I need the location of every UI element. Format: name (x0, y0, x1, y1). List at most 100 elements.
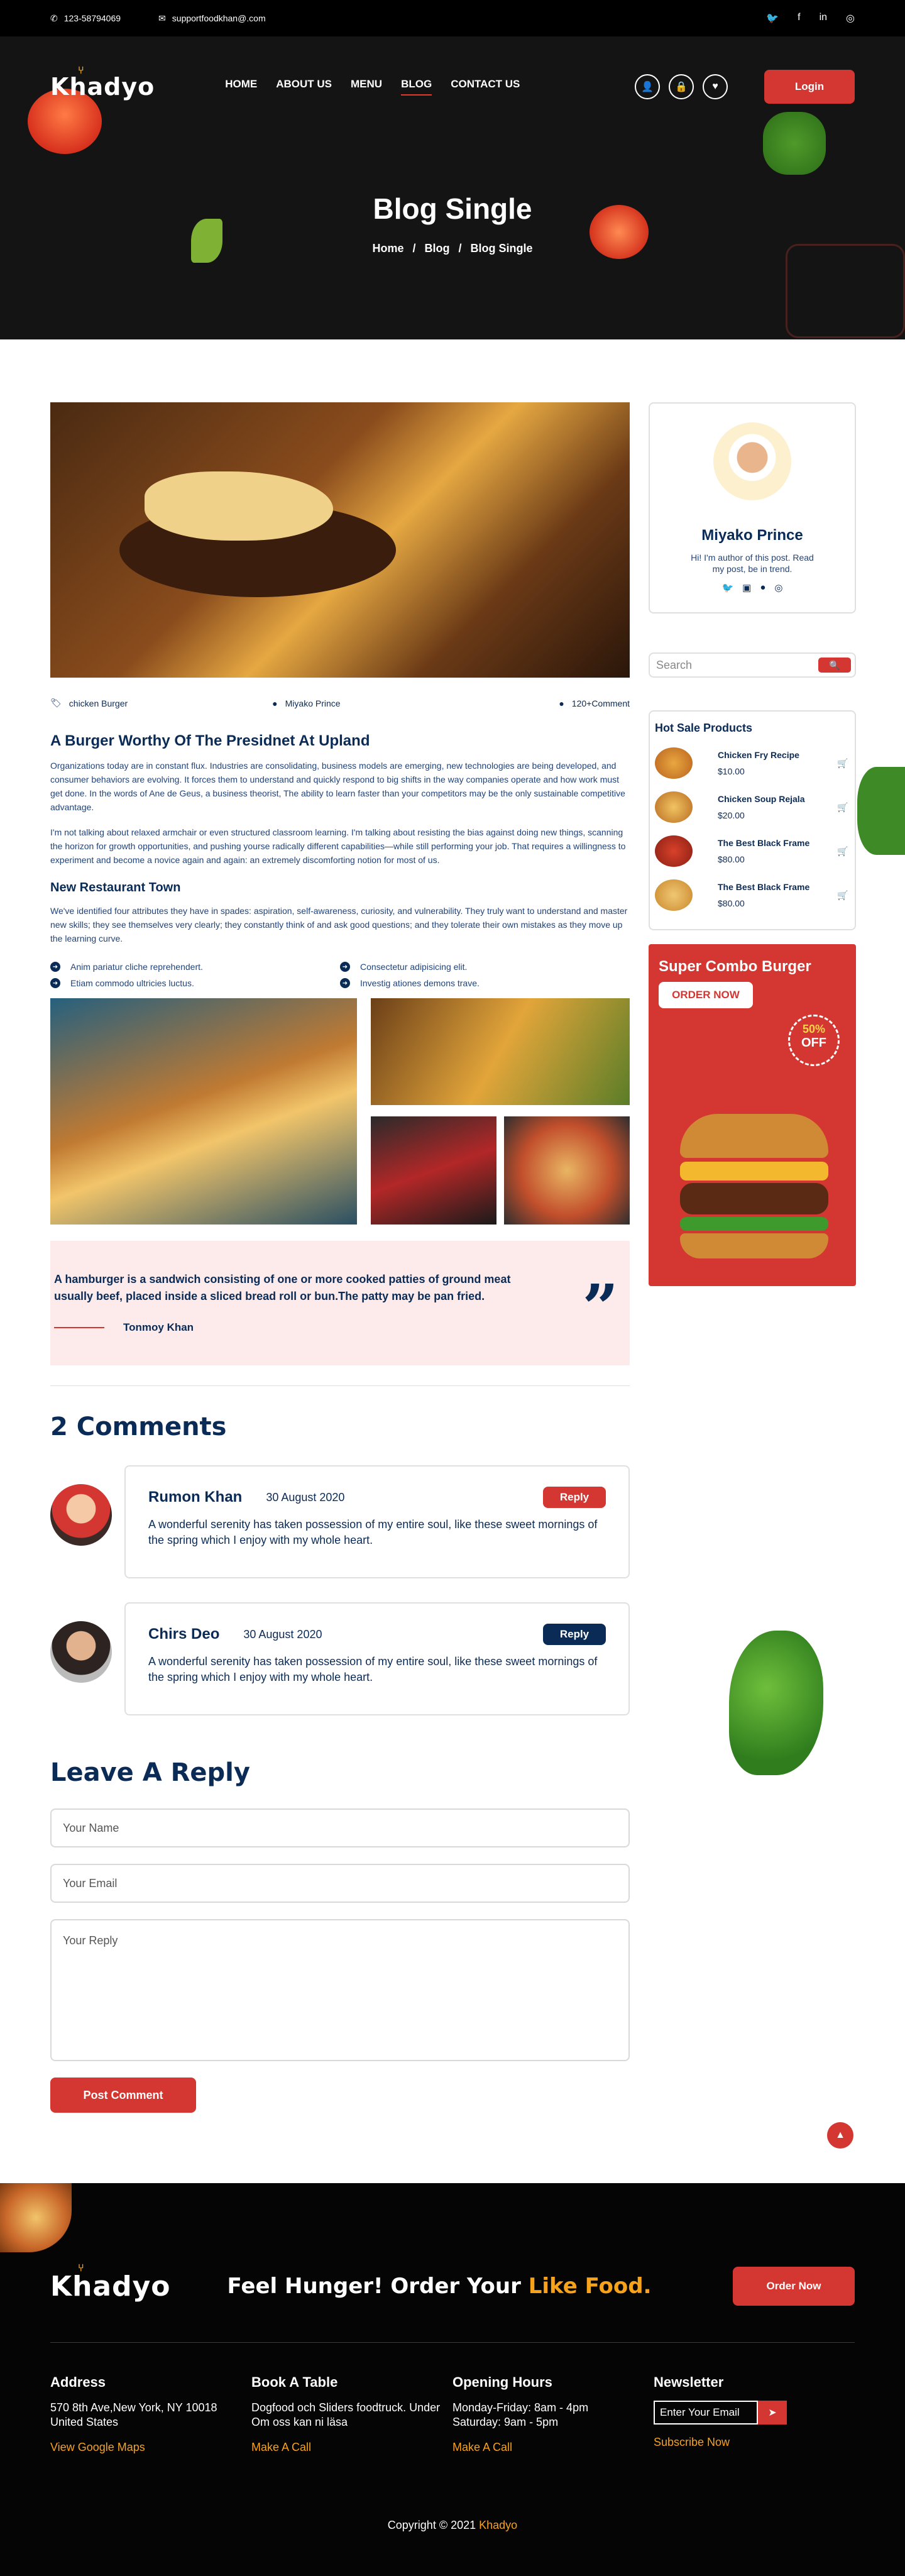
newsletter-placeholder: Enter Your Email (660, 2406, 740, 2418)
category-text: chicken Burger (69, 698, 128, 708)
heart-icon[interactable]: ♥ (703, 74, 728, 99)
nav-blog[interactable]: Blog (401, 78, 432, 96)
facebook-icon[interactable]: f (798, 12, 800, 25)
top-bar: ✆ 123-58794069 ✉ supportfoodkhan@.com 🐦 … (0, 0, 905, 36)
lock-icon[interactable]: 🔒 (669, 74, 694, 99)
author-avatar (713, 422, 791, 500)
send-icon[interactable]: ➤ (758, 2401, 787, 2425)
arrow-icon: ➜ (340, 962, 350, 972)
image-gallery (50, 998, 630, 1225)
email-text: supportfoodkhan@.com (172, 13, 266, 23)
search-icon: 🔍 (829, 659, 840, 670)
breadcrumb-current: Blog Single (470, 242, 533, 255)
email-placeholder: Your Email (63, 1876, 118, 1890)
search-input[interactable]: Search 🔍 (649, 652, 856, 678)
reply-button[interactable]: Reply (543, 1624, 606, 1645)
post-comment-button[interactable]: Post Comment (50, 2078, 196, 2113)
meta-comments[interactable]: ● 120+Comment (559, 698, 630, 708)
gallery-row (371, 1116, 630, 1225)
make-call-link[interactable]: Make A Call (452, 2441, 654, 2454)
footer-heading: Opening Hours (452, 2374, 552, 2390)
subscribe-link[interactable]: Subscribe Now (654, 2436, 855, 2449)
cart-icon[interactable]: 🛒 (836, 756, 850, 770)
comment: Rumon Khan 30 August 2020 Reply A wonder… (50, 1465, 630, 1578)
breadcrumb-blog[interactable]: Blog (425, 242, 450, 255)
facebook-icon[interactable]: ● (760, 582, 765, 593)
footer-heading: Book A Table (251, 2374, 338, 2390)
instagram-icon[interactable]: ◎ (774, 582, 782, 593)
gallery-image-burger-fries (50, 998, 357, 1225)
name-field[interactable]: Your Name (50, 1808, 630, 1847)
linkedin-icon[interactable]: in (820, 12, 827, 25)
order-now-button[interactable]: Order Now (733, 2267, 855, 2306)
twitter-icon[interactable]: 🐦 (721, 582, 733, 593)
reply-button[interactable]: Reply (543, 1487, 606, 1508)
arrow-icon: ➜ (50, 978, 60, 988)
footer-heading: Newsletter (654, 2374, 724, 2390)
reply-textarea[interactable]: Your Reply (50, 1919, 630, 2061)
email-field[interactable]: Your Email (50, 1864, 630, 1903)
breadcrumb-separator: / (412, 242, 416, 255)
blog-article: 🏷 chicken Burger ● Miyako Prince ● 120+Comm… (50, 402, 630, 2113)
meta-author[interactable]: ● Miyako Prince (272, 698, 340, 708)
author-icon: ● (272, 698, 278, 708)
list-item-text: Investig ationes demons trave. (360, 978, 480, 988)
nav-home[interactable]: Home (225, 78, 257, 96)
cart-icon[interactable]: 🛒 (836, 800, 850, 814)
linkedin-icon[interactable]: ▣ (742, 582, 751, 593)
comment-header: Rumon Khan 30 August 2020 Reply (148, 1487, 606, 1508)
hot-sale-heading: Hot Sale Products (655, 722, 753, 734)
author-social: 🐦 ▣ ● ◎ (650, 582, 855, 593)
nav-about[interactable]: About us (276, 78, 332, 96)
copyright-brand[interactable]: Khadyo (479, 2519, 517, 2531)
tag-icon: 🏷 (50, 698, 62, 708)
product-item[interactable]: The Best Black Frame $80.00 🛒 (655, 835, 850, 867)
instagram-icon[interactable]: ◎ (846, 12, 855, 25)
avatar (50, 1484, 112, 1546)
post-subheading: New Restaurant Town (50, 881, 181, 894)
newsletter-email-input[interactable]: Enter Your Email (654, 2401, 758, 2425)
login-button[interactable]: Login (764, 70, 855, 104)
phone-info[interactable]: ✆ 123-58794069 (50, 13, 121, 24)
breadcrumb-home[interactable]: Home (372, 242, 403, 255)
promo-order-button[interactable]: ORDER NOW (659, 982, 753, 1008)
list-item: ➜ Investig ationes demons trave. (340, 978, 630, 988)
author-text: Miyako Prince (285, 698, 341, 708)
nav-icons: 👤 🔒 ♥ Login (635, 70, 855, 104)
gallery-image-restaurant (371, 1116, 496, 1225)
reply-placeholder: Your Reply (63, 1934, 118, 1947)
twitter-icon[interactable]: 🐦 (766, 12, 779, 25)
list-item-text: Etiam commodo ultricies luctus. (70, 978, 194, 988)
brand-logo[interactable]: ⑂ Khadyo (50, 64, 155, 101)
email-info[interactable]: ✉ supportfoodkhan@.com (158, 13, 266, 24)
fork-icon: ⑂ (78, 64, 85, 76)
user-icon[interactable]: 👤 (635, 74, 660, 99)
meta-category[interactable]: 🏷 chicken Burger (50, 698, 128, 708)
quote-author-name: Tonmoy Khan (123, 1321, 194, 1333)
sidebar: Miyako Prince Hi! I'm author of this pos… (649, 402, 856, 2113)
author-name: Miyako Prince (701, 527, 803, 544)
search-button[interactable]: 🔍 (818, 658, 851, 673)
breadcrumb-separator: / (458, 242, 462, 255)
scroll-to-top-button[interactable]: ▲ (827, 2122, 853, 2149)
google-maps-link[interactable]: View Google Maps (50, 2441, 251, 2454)
make-call-link[interactable]: Make A Call (251, 2441, 452, 2454)
nav-menu-link[interactable]: Menu (351, 78, 382, 96)
main-navigation: ⑂ Khadyo Home About us Menu Blog Contact … (50, 64, 855, 109)
herb-decoration (857, 767, 905, 855)
footer-logo[interactable]: ⑂ Khadyo (50, 2262, 171, 2303)
product-image (655, 879, 693, 911)
cart-icon[interactable]: 🛒 (836, 888, 850, 902)
cart-icon[interactable]: 🛒 (836, 844, 850, 858)
product-item[interactable]: The Best Black Frame $80.00 🛒 (655, 879, 850, 911)
nav-menu: Home About us Menu Blog Contact Us (225, 78, 520, 96)
product-item[interactable]: Chicken Soup Rejala $20.00 🛒 (655, 791, 850, 823)
comment-header: Chirs Deo 30 August 2020 Reply (148, 1624, 606, 1645)
slogan-text: Feel Hunger! Order Your (227, 2274, 521, 2299)
nav-contact[interactable]: Contact Us (451, 78, 520, 96)
divider (50, 1385, 630, 1386)
product-item[interactable]: Chicken Fry Recipe $10.00 🛒 (655, 747, 850, 779)
product-info: The Best Black Frame $80.00 (718, 882, 809, 908)
phone-icon: ✆ (50, 13, 58, 23)
phone-text: 123-58794069 (63, 13, 121, 23)
